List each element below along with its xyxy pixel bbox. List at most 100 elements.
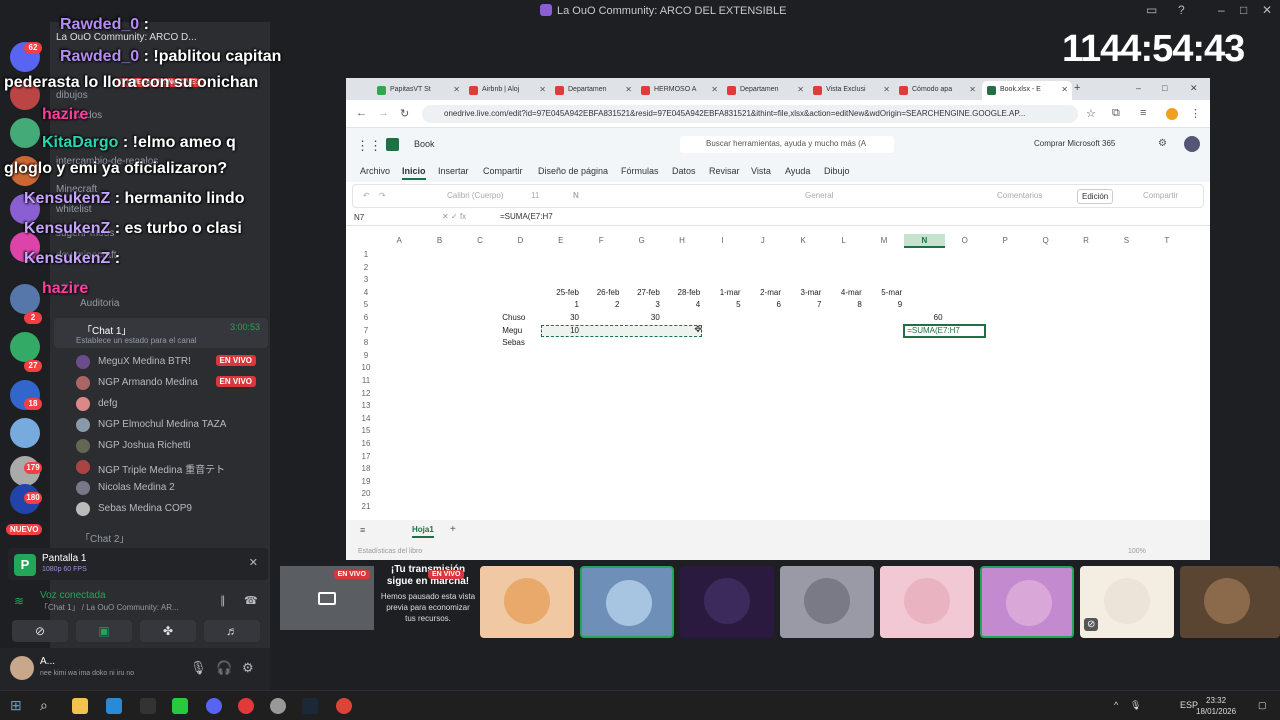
date-cell[interactable]: 1-mar [702, 288, 741, 297]
buy-microsoft-365-button[interactable]: Comprar Microsoft 365 [1034, 139, 1115, 148]
edit-mode-button[interactable]: Edición [1077, 189, 1114, 204]
screen-share-button[interactable]: ▣ [76, 620, 132, 642]
chrome-icon[interactable] [206, 698, 222, 714]
column-header-q[interactable]: Q [1025, 234, 1065, 248]
name-cell[interactable]: Megu [502, 326, 522, 335]
active-cell-n7[interactable]: =SUMA(E7:H7 [903, 323, 986, 339]
voice-member[interactable]: NGP Elmochul Medina TAZA [50, 415, 262, 435]
voice-member[interactable]: defg [50, 394, 262, 414]
participant-tile[interactable] [780, 566, 874, 638]
soundboard-button[interactable]: ♬ [204, 620, 260, 642]
chrome-icon[interactable] [336, 698, 352, 714]
font-size-select[interactable]: 11 [531, 191, 539, 200]
browser-tab[interactable]: Departamen ✕ [550, 81, 636, 100]
close-icon[interactable]: ✕ [539, 85, 546, 94]
name-box[interactable]: N7 [352, 211, 430, 224]
help-icon[interactable]: ? [1178, 3, 1185, 17]
comments-button[interactable]: Comentarios [997, 191, 1042, 200]
close-icon[interactable]: ✕ [453, 85, 460, 94]
participant-tile[interactable] [980, 566, 1074, 638]
close-icon[interactable]: ✕ [797, 85, 804, 94]
menu-icon[interactable]: ⋮ [1190, 107, 1201, 120]
column-header-h[interactable]: H [662, 234, 702, 248]
value-cell[interactable]: 60 [904, 313, 943, 322]
date-cell[interactable]: 5-mar [864, 288, 902, 297]
browser-tab[interactable]: Departamen ✕ [722, 81, 808, 100]
url-field[interactable]: onedrive.live.com/edit?id=97E045A942EBFA… [422, 105, 1078, 123]
row-header[interactable]: 11 [356, 376, 376, 389]
gear-icon[interactable]: ⚙ [242, 660, 254, 676]
headphones-icon[interactable]: 🎧 [216, 660, 232, 676]
voice-member[interactable]: Sebas Medina COP9 [50, 499, 262, 519]
voice-member[interactable]: NGP Armando Medina EN VIVO [50, 373, 262, 393]
workbook-stats[interactable]: Estadísticas del libro [358, 548, 422, 555]
value-cell[interactable]: 30 [541, 313, 579, 322]
number-cell[interactable]: 9 [864, 300, 902, 309]
column-header-r[interactable]: R [1066, 234, 1106, 248]
notifications-icon[interactable]: ▢ [1258, 700, 1267, 711]
close-icon[interactable]: ✕ [969, 85, 976, 94]
column-header-i[interactable]: I [702, 234, 742, 248]
browser-tab[interactable]: PapitasVT St ✕ [372, 81, 464, 100]
add-sheet-icon[interactable]: + [450, 524, 456, 535]
tab-diseno[interactable]: Diseño de página [538, 166, 608, 176]
mic-icon[interactable]: 🎙 [1130, 700, 1141, 711]
tab-revisar[interactable]: Revisar [709, 166, 740, 176]
close-icon[interactable]: ✕ [1190, 83, 1198, 94]
row-header[interactable]: 12 [356, 389, 376, 402]
tab-archivo[interactable]: Archivo [360, 166, 390, 176]
sheet-tab[interactable]: Hoja1 [412, 525, 434, 538]
row-header[interactable]: 13 [356, 401, 376, 414]
file-explorer-icon[interactable] [72, 698, 88, 714]
tab-dibujo[interactable]: Dibujo [824, 166, 850, 176]
column-header-l[interactable]: L [823, 234, 863, 248]
row-header[interactable]: 16 [356, 439, 376, 452]
column-header-o[interactable]: O [945, 234, 985, 248]
number-cell[interactable]: 8 [823, 300, 861, 309]
number-cell[interactable]: 3 [621, 300, 659, 309]
new-tab-icon[interactable]: + [1074, 82, 1080, 94]
bold-icon[interactable]: N [573, 191, 579, 200]
number-cell[interactable]: 7 [783, 300, 821, 309]
screen-share-tile[interactable]: EN VIVO [280, 566, 374, 630]
name-cell[interactable]: Chuso [502, 313, 525, 322]
date-cell[interactable]: 27-feb [621, 288, 660, 297]
column-header-c[interactable]: C [460, 234, 500, 248]
voice-member[interactable]: NGP Triple Medina 重音テト [50, 457, 262, 477]
mic-icon[interactable]: 🎙 [190, 660, 207, 676]
settings-icon[interactable]: ≡ [1140, 107, 1146, 119]
date-cell[interactable]: 3-mar [783, 288, 822, 297]
row-header[interactable]: 17 [356, 452, 376, 465]
browser-tab[interactable]: Airbnb | Aloj ✕ [464, 81, 550, 100]
back-icon[interactable]: ← [356, 107, 367, 119]
row-header[interactable]: 8 [356, 338, 376, 351]
stop-stream-icon[interactable]: ✕ [249, 556, 258, 569]
row-header[interactable]: 14 [356, 414, 376, 427]
formula-input[interactable]: =SUMA(E7:H7 [500, 212, 553, 221]
row-header[interactable]: 20 [356, 489, 376, 502]
column-header-d[interactable]: D [500, 234, 540, 248]
reload-icon[interactable]: ↻ [400, 107, 409, 120]
redo-icon[interactable]: ↷ [379, 191, 386, 200]
row-header[interactable]: 18 [356, 464, 376, 477]
close-icon[interactable]: ✕ [711, 85, 718, 94]
font-family-select[interactable]: Calibri (Cuerpo) [447, 191, 503, 200]
tab-vista[interactable]: Vista [751, 166, 771, 176]
browser-tab[interactable]: HERMOSO A ✕ [636, 81, 722, 100]
camera-off-button[interactable]: ⊘ [12, 620, 68, 642]
activities-button[interactable]: ✤ [140, 620, 196, 642]
name-cell[interactable]: Sebas [502, 338, 525, 347]
edge-icon[interactable] [106, 698, 122, 714]
profile-avatar[interactable] [1166, 108, 1178, 120]
close-icon[interactable]: ✕ [883, 85, 890, 94]
row-header[interactable]: 15 [356, 426, 376, 439]
voice-member[interactable]: NGP Joshua Richetti [50, 436, 262, 456]
date-cell[interactable]: 4-mar [823, 288, 862, 297]
minimize-icon[interactable]: – [1218, 3, 1225, 17]
column-header-k[interactable]: K [783, 234, 823, 248]
column-header-m[interactable]: M [864, 234, 904, 248]
date-cell[interactable]: 28-feb [662, 288, 701, 297]
column-header-n[interactable]: N [904, 234, 945, 248]
participant-tile[interactable] [1180, 566, 1280, 638]
date-cell[interactable]: 2-mar [743, 288, 781, 297]
